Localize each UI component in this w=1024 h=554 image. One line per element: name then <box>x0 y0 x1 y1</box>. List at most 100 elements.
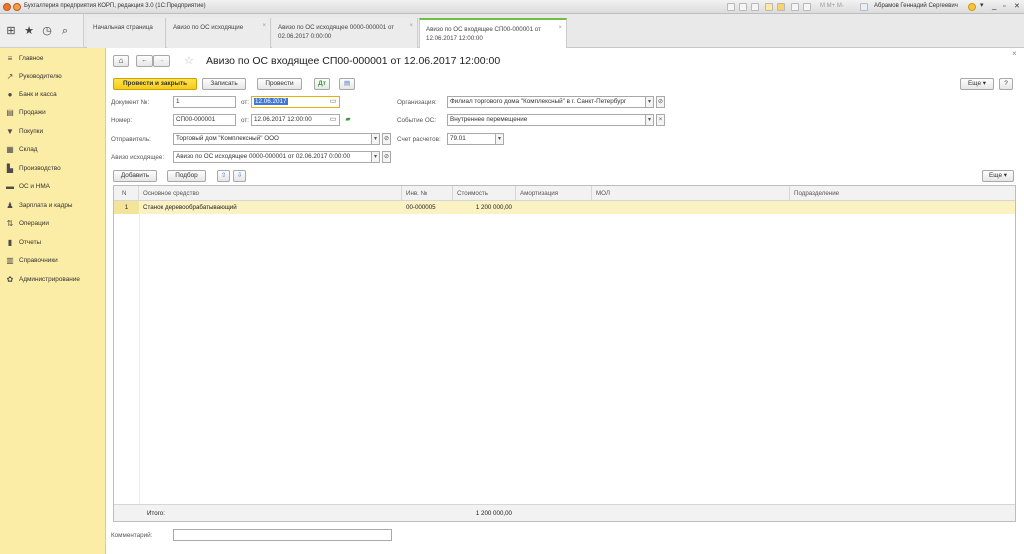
sidebar-item-sales[interactable]: ▤ Продажи <box>0 104 106 122</box>
open-link-icon[interactable]: ⊘ <box>382 133 391 145</box>
table-row[interactable]: 1 Станок деревообрабатывающий 00-000005 … <box>114 201 1015 214</box>
open-link-icon[interactable]: ⊘ <box>382 151 391 163</box>
save-button[interactable]: Записать <box>202 78 246 90</box>
sidebar-item-manager[interactable]: ↗ Руководителю <box>0 68 106 86</box>
help-button[interactable]: ? <box>999 78 1013 90</box>
window-title: Бухгалтерия предприятия КОРП, редакция 3… <box>24 3 206 9</box>
close-tab-icon[interactable]: × <box>558 24 562 33</box>
sender-input[interactable]: Торговый дом "Комплексный" ООО <box>173 133 372 145</box>
calendar-icon[interactable]: ▭ <box>328 115 338 125</box>
org-input[interactable]: Филиал торгового дома "Комплексный" в г.… <box>447 96 646 108</box>
sidebar-item-warehouse[interactable]: ▦ Склад <box>0 141 106 159</box>
sidebar-item-label: Руководителю <box>19 73 62 80</box>
comment-input[interactable] <box>173 529 392 541</box>
account-input[interactable]: 79.01 <box>447 133 496 145</box>
favorite-icon[interactable] <box>765 3 773 11</box>
history-clock-icon[interactable]: ◷ <box>40 24 54 38</box>
favorites-star-icon[interactable]: ★ <box>22 24 36 38</box>
edit-icon[interactable]: ▰ <box>343 115 353 125</box>
tab-outgoing-doc[interactable]: Авизо по ОС исходящее 0000-000001 от 02.… <box>272 18 418 48</box>
close-form-icon[interactable]: × <box>1012 49 1017 58</box>
number-input[interactable]: СП00-000001 <box>173 114 236 126</box>
home-button[interactable]: ⌂ <box>113 55 129 67</box>
current-user[interactable]: Абрамов Геннадий Сергеевич <box>874 3 958 9</box>
sidebar-item-label: Справочники <box>19 257 58 264</box>
settings-dropdown-icon[interactable]: ▾ <box>980 2 988 11</box>
dropdown-icon[interactable]: ▾ <box>371 151 380 163</box>
book-icon: ▥ <box>6 256 14 265</box>
col-n[interactable]: N <box>114 186 139 201</box>
outgoing-label: Авизо исходящее: <box>111 154 165 161</box>
sidebar-item-label: Продажи <box>19 109 46 116</box>
sidebar-item-operations[interactable]: ⇅ Операции <box>0 215 106 233</box>
search-icon[interactable]: ⌕ <box>58 24 72 38</box>
clear-icon[interactable]: × <box>656 114 665 126</box>
sidebar-item-label: Отчеты <box>19 239 42 246</box>
debit-credit-icon[interactable]: Дт <box>314 78 330 90</box>
tab-incoming-doc[interactable]: Авизо по ОС входящее СП00-000001 от 12.0… <box>419 18 567 49</box>
sidebar-item-production[interactable]: ▙ Производство <box>0 160 106 178</box>
col-inv[interactable]: Инв. № <box>402 186 453 201</box>
memory-buttons-icon[interactable]: M M+ M- <box>820 3 850 11</box>
post-and-close-button[interactable]: Провести и закрыть <box>113 78 197 90</box>
report-icon[interactable]: ▤ <box>339 78 355 90</box>
app-menu-icon[interactable] <box>13 3 21 11</box>
dropdown-icon[interactable]: ▾ <box>495 133 504 145</box>
tab-home[interactable]: Начальная страница <box>87 18 166 48</box>
col-amort[interactable]: Амортизация <box>516 186 592 201</box>
tab-outgoing-list[interactable]: Авизо по ОС исходящие × <box>167 18 271 48</box>
sections-grid-icon[interactable]: ⊞ <box>4 24 18 38</box>
info-icon[interactable] <box>968 3 976 11</box>
close-tab-icon[interactable]: × <box>262 22 266 31</box>
sidebar-item-main[interactable]: ≡ Главное <box>0 50 106 68</box>
sections-sidebar: ≡ Главное ↗ Руководителю ● Банк и касса … <box>0 48 106 554</box>
history-icon[interactable] <box>777 3 785 11</box>
print-icon[interactable] <box>739 3 747 11</box>
minimize-icon[interactable]: _ <box>992 2 1000 11</box>
col-cost[interactable]: Стоимость <box>453 186 516 201</box>
assets-table[interactable]: N Основное средство Инв. № Стоимость Амо… <box>113 185 1016 522</box>
add-row-button[interactable]: Добавить <box>113 170 157 182</box>
move-down-icon[interactable]: ⇩ <box>233 170 246 182</box>
sidebar-item-catalogs[interactable]: ▥ Справочники <box>0 252 106 270</box>
panels-icon[interactable] <box>860 3 868 11</box>
sidebar-item-admin[interactable]: ✿ Администрирование <box>0 271 106 289</box>
dropdown-icon[interactable]: ▾ <box>645 114 654 126</box>
truck-icon: ▬ <box>6 182 14 191</box>
sales-icon: ▤ <box>6 108 14 117</box>
open-link-icon[interactable]: ⊘ <box>656 96 665 108</box>
close-window-icon[interactable]: ✕ <box>1014 3 1022 11</box>
table-more-button[interactable]: Еще ▾ <box>982 170 1014 182</box>
move-up-icon[interactable]: ⇧ <box>217 170 230 182</box>
forward-button[interactable]: → <box>153 55 170 67</box>
favorite-star-icon[interactable]: ☆ <box>184 54 194 67</box>
calculator-icon[interactable] <box>803 3 811 11</box>
sidebar-item-payroll[interactable]: ♟ Зарплата и кадры <box>0 197 106 215</box>
calendar-icon[interactable] <box>791 3 799 11</box>
doc-date-input[interactable]: 12.06.2017 <box>251 96 340 108</box>
dropdown-icon[interactable]: ▾ <box>645 96 654 108</box>
save-icon[interactable] <box>727 3 735 11</box>
col-asset[interactable]: Основное средство <box>139 186 402 201</box>
post-button[interactable]: Провести <box>257 78 302 90</box>
sidebar-item-reports[interactable]: ▮ Отчеты <box>0 234 106 252</box>
calendar-icon[interactable]: ▭ <box>328 97 338 107</box>
doc-number-input[interactable]: 1 <box>173 96 236 108</box>
event-input[interactable]: Внутреннее перемещение <box>447 114 646 126</box>
outgoing-input[interactable]: Авизо по ОС исходящее 0000-000001 от 02.… <box>173 151 372 163</box>
pick-button[interactable]: Подбор <box>167 170 206 182</box>
sidebar-item-bank[interactable]: ● Банк и касса <box>0 86 106 104</box>
more-button[interactable]: Еще ▾ <box>960 78 994 90</box>
preview-icon[interactable] <box>751 3 759 11</box>
sidebar-item-purchases[interactable]: ▼ Покупки <box>0 123 106 141</box>
col-dept[interactable]: Подразделение <box>790 186 1015 201</box>
close-tab-icon[interactable]: × <box>409 22 413 31</box>
tab-label: Начальная страница <box>93 24 153 31</box>
dropdown-icon[interactable]: ▾ <box>371 133 380 145</box>
back-button[interactable]: ← <box>136 55 153 67</box>
sidebar-item-label: Производство <box>19 165 61 172</box>
restore-icon[interactable]: ▫ <box>1003 3 1011 11</box>
col-mol[interactable]: МОЛ <box>592 186 790 201</box>
sidebar-item-fixed-assets[interactable]: ▬ ОС и НМА <box>0 178 106 196</box>
number-date-input[interactable]: 12.06.2017 12:00:00 <box>251 114 340 126</box>
